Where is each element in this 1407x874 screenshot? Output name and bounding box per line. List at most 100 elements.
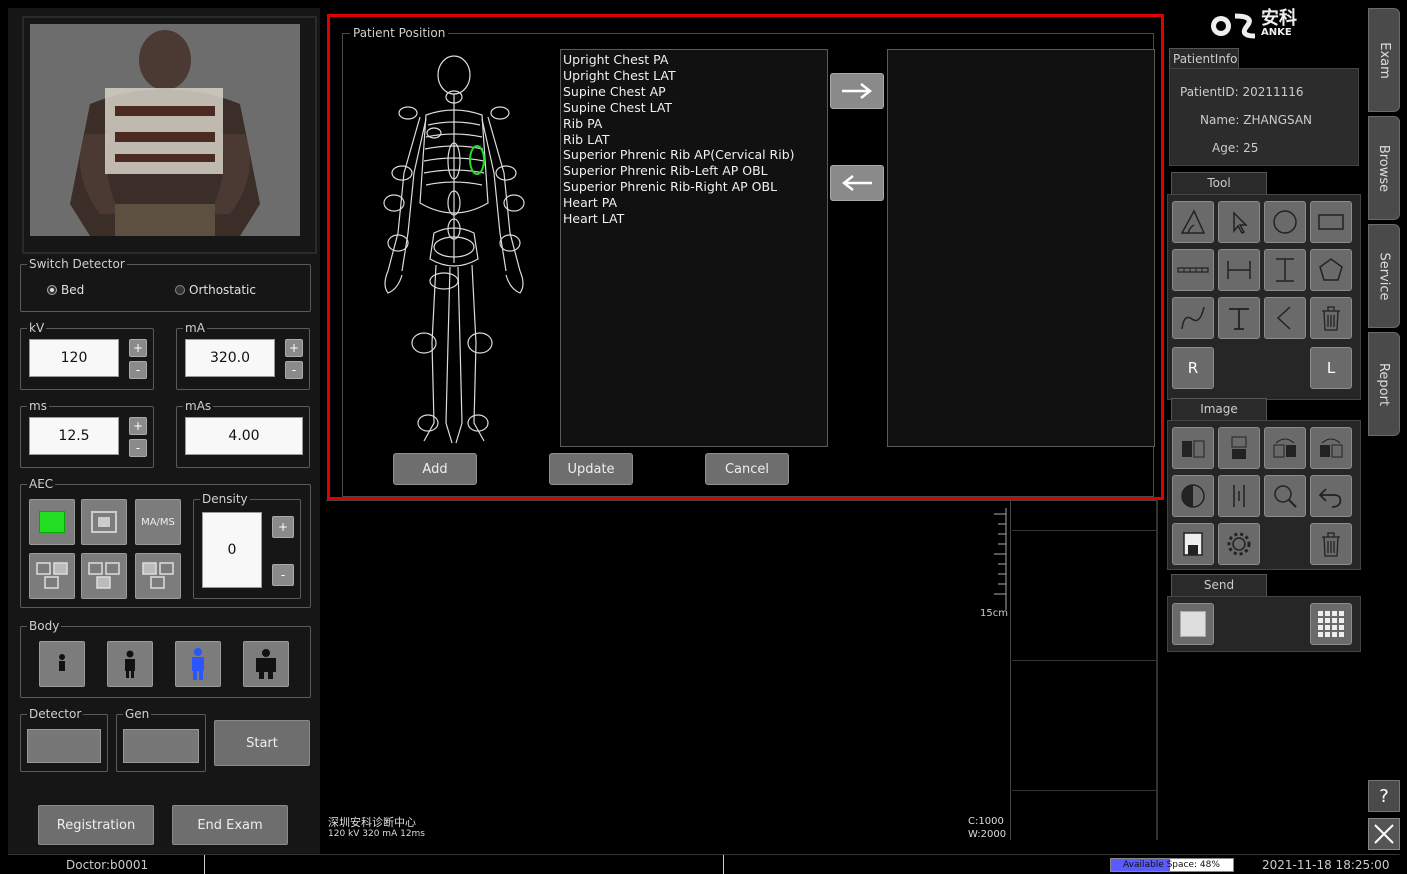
exposure-info: 120 kV 320 mA 12ms (328, 829, 426, 839)
move-left-button[interactable] (830, 165, 884, 201)
rotate-right-button[interactable] (1310, 427, 1352, 469)
move-right-button[interactable] (830, 73, 884, 109)
position-list-item[interactable]: Supine Chest LAT (561, 100, 827, 116)
position-list-item[interactable]: Upright Chest PA (561, 52, 827, 68)
ma-value[interactable]: 320.0 (185, 339, 275, 377)
cancel-button[interactable]: Cancel (705, 453, 789, 485)
ma-legend: mA (183, 321, 207, 335)
radio-orthostatic-indicator[interactable] (175, 285, 185, 295)
position-list-item[interactable]: Superior Phrenic Rib-Right AP OBL (561, 179, 827, 195)
position-list-item[interactable]: Supine Chest AP (561, 84, 827, 100)
aec-field-left-button[interactable] (29, 553, 75, 599)
single-image-icon (1180, 611, 1206, 637)
position-list-item[interactable]: Rib PA (561, 116, 827, 132)
flip-vertical-button[interactable] (1218, 427, 1260, 469)
distance-tool-button[interactable] (1218, 249, 1260, 291)
update-button[interactable]: Update (549, 453, 633, 485)
density-value[interactable]: 0 (202, 512, 262, 588)
delete-annotation-button[interactable] (1310, 297, 1352, 339)
radio-bed-indicator[interactable] (47, 285, 57, 295)
position-list-item[interactable]: Heart PA (561, 195, 827, 211)
ms-value[interactable]: 12.5 (29, 417, 119, 455)
ms-minus-button[interactable]: - (129, 439, 147, 457)
circle-tool-button[interactable] (1264, 201, 1306, 243)
gen-group: Gen (116, 707, 206, 772)
position-list-item[interactable]: Superior Phrenic Rib-Left AP OBL (561, 163, 827, 179)
doctor-label: Doctor:b0001 (66, 858, 149, 872)
close-button[interactable] (1368, 818, 1400, 850)
mams-button[interactable]: MA/MS (135, 499, 181, 545)
invert-button[interactable] (1172, 475, 1214, 517)
position-list-item[interactable]: Upright Chest LAT (561, 68, 827, 84)
kv-minus-button[interactable]: - (129, 361, 147, 379)
side-tab-exam[interactable]: Exam (1368, 8, 1400, 112)
undo-button[interactable] (1310, 475, 1352, 517)
aec-field-active-button[interactable] (29, 499, 75, 545)
density-minus-button[interactable]: - (272, 564, 294, 586)
send-single-button[interactable] (1172, 603, 1214, 645)
curve-tool-button[interactable] (1172, 297, 1214, 339)
aec-field-right-button[interactable] (135, 553, 181, 599)
angle-tool-button[interactable] (1172, 201, 1214, 243)
aec-field-center-button[interactable] (81, 499, 127, 545)
registration-button[interactable]: Registration (38, 805, 154, 845)
ms-plus-button[interactable]: + (129, 417, 147, 435)
pointer-icon (1233, 211, 1248, 234)
side-tab-service[interactable]: Service (1368, 224, 1400, 328)
position-list-item[interactable]: Rib LAT (561, 132, 827, 148)
position-list-item[interactable]: Heart LAT (561, 211, 827, 227)
density-plus-button[interactable]: + (272, 516, 294, 538)
position-list-item[interactable]: Superior Phrenic Rib AP(Cervical Rib) (561, 147, 827, 163)
polygon-tool-button[interactable] (1310, 249, 1352, 291)
ma-minus-button[interactable]: - (285, 361, 303, 379)
end-exam-button[interactable]: End Exam (172, 805, 288, 845)
kv-value[interactable]: 120 (29, 339, 119, 377)
add-button[interactable]: Add (393, 453, 477, 485)
rectangle-tool-button[interactable] (1310, 201, 1352, 243)
aec-field-bottom-button[interactable] (81, 553, 127, 599)
selected-position-list[interactable] (887, 49, 1155, 447)
circle-icon (1273, 210, 1297, 234)
available-space-bar: Available Space: 48% (1110, 858, 1234, 872)
save-image-button[interactable] (1172, 523, 1214, 565)
tab-patientinfo[interactable]: PatientInfo (1169, 48, 1239, 68)
undo-icon (1318, 488, 1342, 508)
radio-orthostatic[interactable]: Orthostatic (175, 283, 256, 297)
patient-id-label: PatientID: (1180, 85, 1239, 99)
arrow-tool-button[interactable] (1264, 297, 1306, 339)
kv-plus-button[interactable]: + (129, 339, 147, 357)
mas-value[interactable]: 4.00 (185, 417, 303, 455)
vertical-tool-button[interactable] (1264, 249, 1306, 291)
help-button[interactable]: ? (1368, 780, 1400, 812)
position-list[interactable]: Upright Chest PA Upright Chest LAT Supine … (560, 49, 828, 447)
flip-horizontal-button[interactable] (1172, 427, 1214, 469)
side-tab-report[interactable]: Report (1368, 332, 1400, 436)
image-viewer[interactable]: 15cm 深圳安科诊断中心 120 kV 320 mA 12ms C:1000 … (324, 500, 1158, 846)
pointer-tool-button[interactable] (1218, 201, 1260, 243)
radio-bed[interactable]: Bed (47, 283, 84, 297)
window-level-button[interactable] (1218, 475, 1260, 517)
zoom-button[interactable] (1264, 475, 1306, 517)
trash-icon (1322, 306, 1340, 331)
tab-send[interactable]: Send (1171, 574, 1267, 596)
body-skeleton-diagram[interactable] (374, 53, 534, 449)
right-marker-button[interactable]: R (1172, 347, 1214, 389)
viewer-scrollbar[interactable] (1156, 500, 1158, 840)
body-child-button[interactable] (39, 641, 85, 687)
delete-image-button[interactable] (1310, 523, 1352, 565)
ruler-tool-button[interactable] (1172, 249, 1214, 291)
body-small-button[interactable] (107, 641, 153, 687)
start-button[interactable]: Start (214, 720, 310, 766)
body-large-button[interactable] (243, 641, 289, 687)
text-tool-button[interactable] (1218, 297, 1260, 339)
image-settings-button[interactable] (1218, 523, 1260, 565)
tab-image[interactable]: Image (1171, 398, 1267, 420)
ma-plus-button[interactable]: + (285, 339, 303, 357)
send-all-button[interactable] (1310, 603, 1352, 645)
tab-tool[interactable]: Tool (1171, 172, 1267, 194)
side-tab-browse[interactable]: Browse (1368, 116, 1400, 220)
rotate-left-button[interactable] (1264, 427, 1306, 469)
image-tools-box (1167, 420, 1361, 570)
body-medium-button[interactable] (175, 641, 221, 687)
left-marker-button[interactable]: L (1310, 347, 1352, 389)
